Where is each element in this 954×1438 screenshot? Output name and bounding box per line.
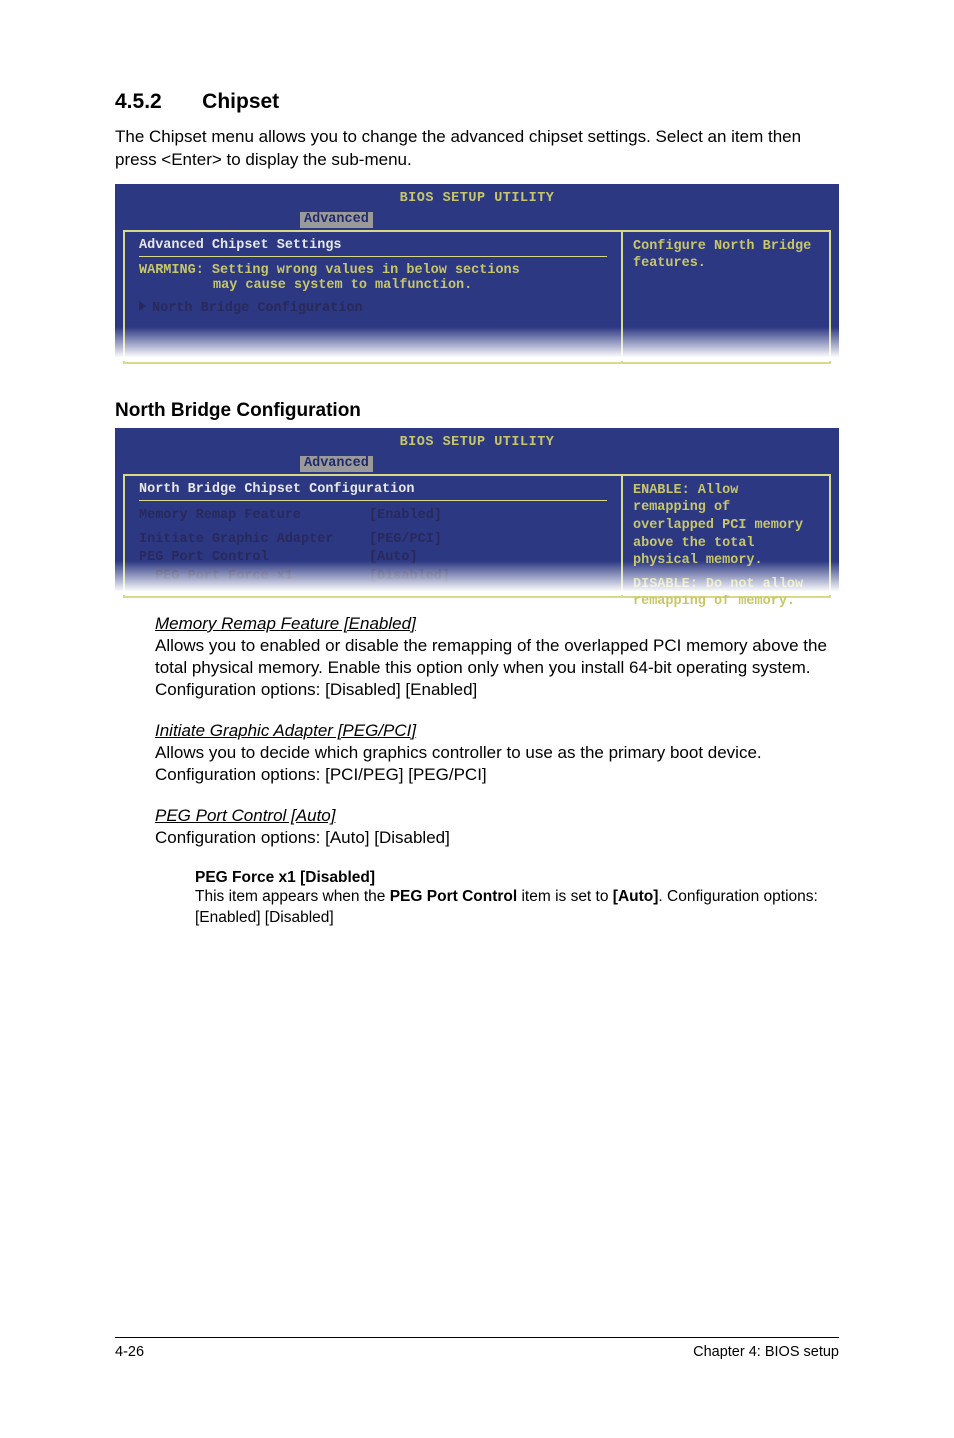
bios-help-text: Configure North Bridge features. (633, 238, 819, 273)
row-value: [Enabled] (369, 507, 442, 525)
row-label: PEG Port Control (139, 549, 369, 567)
bios-row-peg-control: PEG Port Control [Auto] (139, 549, 607, 567)
text-bold: [Auto] (613, 888, 659, 905)
item-body: Allows you to enabled or disable the rem… (155, 635, 839, 701)
bios-row-initiate-graphic: Initiate Graphic Adapter [PEG/PCI] (139, 531, 607, 549)
bios-screenshot-advanced-chipset: BIOS SETUP UTILITY Advanced Advanced Chi… (115, 184, 839, 360)
item-memory-remap: Memory Remap Feature [Enabled] Allows yo… (115, 614, 839, 701)
section-title: Chipset (202, 90, 279, 114)
bios-warning-line1: WARMING: Setting wrong values in below s… (139, 263, 607, 278)
bios-title: BIOS SETUP UTILITY (400, 191, 555, 206)
text-bold: PEG Port Control (390, 888, 517, 905)
row-value: [PEG/PCI] (369, 531, 442, 549)
bios-submenu-label: North Bridge Configuration (152, 301, 363, 316)
bios-tab-advanced: Advanced (300, 212, 373, 228)
sub-item-title: PEG Force x1 [Disabled] (195, 869, 839, 887)
triangle-right-icon (139, 301, 146, 311)
row-label: Memory Remap Feature (139, 507, 369, 525)
bios-row-peg-force: PEG Port Force x1 [Disabled] (139, 568, 607, 586)
footer-chapter: Chapter 4: BIOS setup (693, 1344, 839, 1360)
section-number: 4.5.2 (115, 90, 162, 114)
bios-screenshot-north-bridge: BIOS SETUP UTILITY Advanced North Bridge… (115, 428, 839, 594)
north-bridge-heading: North Bridge Configuration (115, 400, 839, 422)
page-footer: 4-26 Chapter 4: BIOS setup (115, 1337, 839, 1360)
bios-title: BIOS SETUP UTILITY (400, 435, 555, 450)
row-label: Initiate Graphic Adapter (139, 531, 369, 549)
page-number: 4-26 (115, 1344, 144, 1360)
bios-help-text-disable: DISABLE: Do not allow remapping of memor… (633, 576, 819, 611)
section-header: 4.5.2 Chipset (115, 90, 839, 114)
row-label: PEG Port Force x1 (139, 568, 369, 586)
item-title: Initiate Graphic Adapter [PEG/PCI] (155, 721, 839, 741)
text-fragment: This item appears when the (195, 888, 390, 905)
bios-warning-line2: may cause system to malfunction. (139, 278, 607, 293)
item-peg-force-wrapper: PEG Force x1 [Disabled] This item appear… (115, 869, 839, 927)
bios-panel-heading: Advanced Chipset Settings (139, 238, 607, 253)
row-value: [Disabled] (369, 568, 450, 586)
bios-help-text-enable: ENABLE: Allow remapping of overlapped PC… (633, 482, 819, 570)
item-body: Allows you to decide which graphics cont… (155, 742, 839, 786)
bios-submenu-north-bridge: North Bridge Configuration (139, 301, 607, 316)
text-fragment: item is set to (517, 888, 613, 905)
bios-row-memory-remap: Memory Remap Feature [Enabled] (139, 507, 607, 525)
item-body: Configuration options: [Auto] [Disabled] (155, 827, 839, 849)
row-value: [Auto] (369, 549, 418, 567)
intro-paragraph: The Chipset menu allows you to change th… (115, 126, 839, 172)
bios-panel-heading: North Bridge Chipset Configuration (139, 482, 607, 497)
sub-item-body: This item appears when the PEG Port Cont… (195, 887, 839, 927)
item-initiate-graphic: Initiate Graphic Adapter [PEG/PCI] Allow… (115, 721, 839, 786)
item-title: Memory Remap Feature [Enabled] (155, 614, 839, 634)
bios-tab-advanced: Advanced (300, 456, 373, 472)
item-title: PEG Port Control [Auto] (155, 806, 839, 826)
item-peg-control: PEG Port Control [Auto] Configuration op… (115, 806, 839, 849)
